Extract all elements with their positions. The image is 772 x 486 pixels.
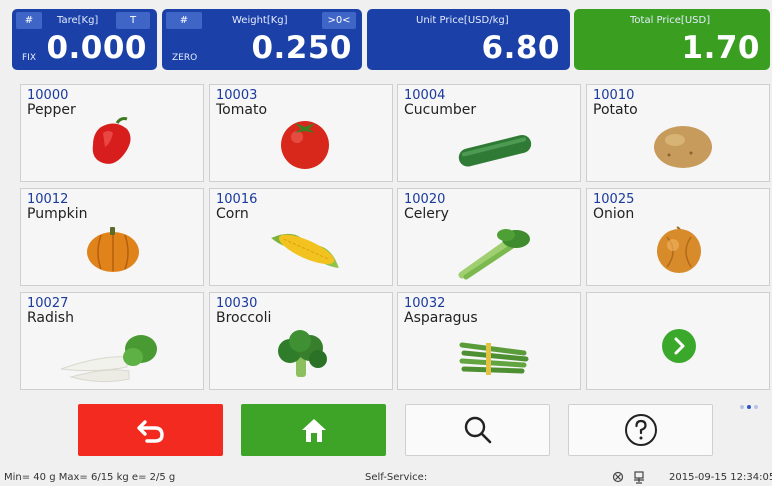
product-code: 10010 xyxy=(593,88,635,103)
tare-flag: T xyxy=(116,12,150,29)
unit-price-panel: Unit Price[USD/kg] 6.80 xyxy=(367,9,570,70)
product-name: Cucumber xyxy=(404,102,477,118)
unit-price-title: Unit Price[USD/kg] xyxy=(416,15,509,26)
product-code: 10016 xyxy=(216,192,258,207)
scale-icon xyxy=(634,471,644,484)
product-name: Celery xyxy=(404,206,449,222)
product-code: 10032 xyxy=(404,296,446,311)
total-price-panel: Total Price[USD] 1.70 xyxy=(574,9,770,70)
home-button[interactable] xyxy=(241,404,386,456)
product-tile-pepper[interactable]: 10000 Pepper xyxy=(20,84,204,182)
unit-price-value: 6.80 xyxy=(481,30,560,66)
search-icon xyxy=(464,416,491,444)
product-tile-potato[interactable]: 10010 Potato xyxy=(586,84,770,182)
product-name: Tomato xyxy=(216,102,268,118)
search-button[interactable] xyxy=(405,404,550,456)
product-tile-radish[interactable]: 10027 Radish xyxy=(20,292,204,390)
product-tile-cucumber[interactable]: 10004 Cucumber xyxy=(397,84,581,182)
product-name: Radish xyxy=(27,310,74,326)
weight-title: Weight[Kg] xyxy=(232,15,288,26)
product-code: 10025 xyxy=(593,192,635,207)
product-tile-celery[interactable]: 10020 Celery xyxy=(397,188,581,286)
product-tile-onion[interactable]: 10025 Onion xyxy=(586,188,770,286)
network-icon xyxy=(612,471,624,483)
total-price-value: 1.70 xyxy=(681,30,760,66)
product-code: 10004 xyxy=(404,88,446,103)
product-code: 10003 xyxy=(216,88,258,103)
product-code: 10000 xyxy=(27,88,69,103)
page-dot xyxy=(740,405,744,409)
next-page-tile[interactable] xyxy=(586,292,770,390)
tare-title: Tare[Kg] xyxy=(57,15,99,26)
product-code: 10012 xyxy=(27,192,69,207)
product-name: Asparagus xyxy=(404,310,478,326)
page-dot-active xyxy=(747,405,751,409)
weighing-range: Min= 40 g Max= 6/15 kg e= 2/5 g xyxy=(4,472,176,483)
status-icons xyxy=(612,471,652,486)
weight-value: 0.250 xyxy=(251,30,352,66)
zero-indicator: >0< xyxy=(322,12,356,29)
product-name: Corn xyxy=(216,206,249,222)
product-name: Pepper xyxy=(27,102,76,118)
status-bar: Min= 40 g Max= 6/15 kg e= 2/5 g Self-Ser… xyxy=(0,470,772,486)
date-time: 2015-09-15 12:34:05 xyxy=(669,472,772,483)
tare-hash-tag: # xyxy=(16,12,42,29)
product-code: 10020 xyxy=(404,192,446,207)
product-code: 10027 xyxy=(27,296,69,311)
tare-panel: # Tare[Kg] T FIX 0.000 xyxy=(12,9,157,70)
total-price-title: Total Price[USD] xyxy=(630,15,711,26)
weight-hash-tag: # xyxy=(166,12,202,29)
product-tile-corn[interactable]: 10016 Corn xyxy=(209,188,393,286)
product-name: Onion xyxy=(593,206,635,222)
tare-mode: FIX xyxy=(22,53,36,63)
product-tile-asparagus[interactable]: 10032 Asparagus xyxy=(397,292,581,390)
weight-panel: # Weight[Kg] >0< ZERO 0.250 xyxy=(162,9,362,70)
product-name: Broccoli xyxy=(216,310,272,326)
chevron-right-icon xyxy=(674,337,685,355)
page-indicator xyxy=(740,394,768,409)
product-name: Pumpkin xyxy=(27,206,88,222)
home-icon xyxy=(301,419,326,442)
help-icon xyxy=(624,414,657,446)
back-arrow-icon xyxy=(136,420,164,443)
tare-value: 0.000 xyxy=(46,30,147,66)
next-page-button[interactable] xyxy=(662,329,696,363)
help-button[interactable] xyxy=(568,404,713,456)
product-code: 10030 xyxy=(216,296,258,311)
product-tile-pumpkin[interactable]: 10012 Pumpkin xyxy=(20,188,204,286)
product-grid: 10000 Pepper 10003 Tomato 10004 Cucumber… xyxy=(20,84,772,392)
product-name: Potato xyxy=(593,102,638,118)
operation-mode: Self-Service: xyxy=(365,472,428,483)
product-tile-tomato[interactable]: 10003 Tomato xyxy=(209,84,393,182)
weight-mode: ZERO xyxy=(172,53,198,63)
back-button[interactable] xyxy=(78,404,223,456)
product-tile-broccoli[interactable]: 10030 Broccoli xyxy=(209,292,393,390)
page-dot xyxy=(754,405,758,409)
